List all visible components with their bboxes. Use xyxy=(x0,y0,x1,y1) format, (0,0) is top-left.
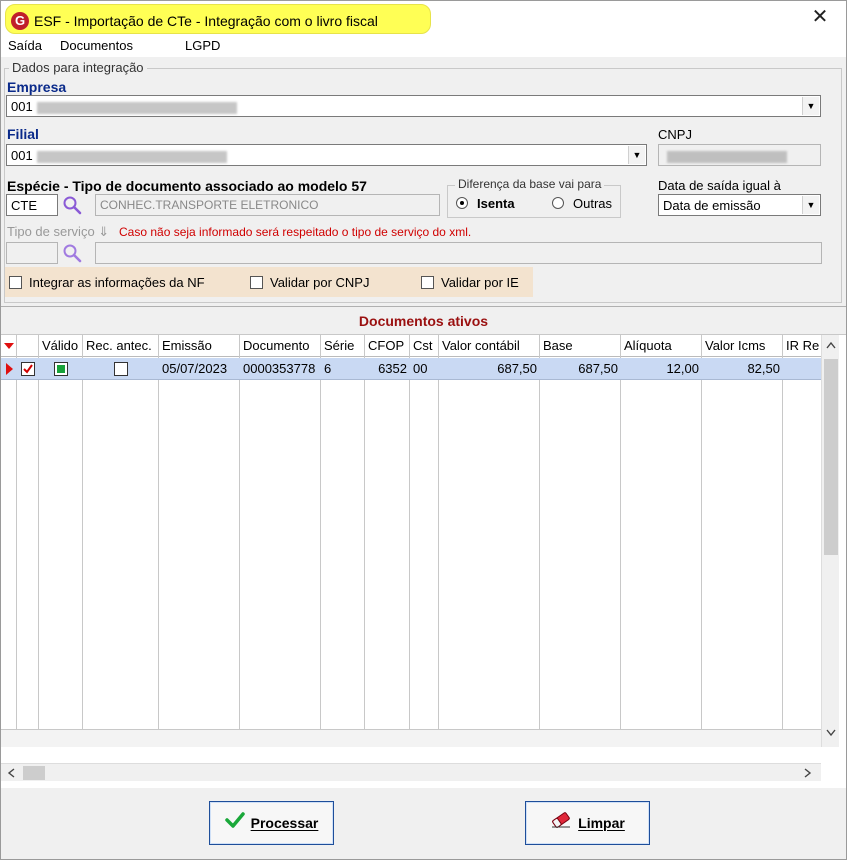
horizontal-scroll-thumb[interactable] xyxy=(23,766,45,780)
header-col-emissao[interactable]: Emissão xyxy=(159,335,240,357)
checkbox-validar-ie-label: Validar por IE xyxy=(441,275,519,290)
data-saida-value: Data de emissão xyxy=(663,198,761,213)
grid-caption: Documentos ativos xyxy=(1,307,846,335)
documents-grid: Documentos ativos Válido Rec. antec. Emi… xyxy=(1,306,846,788)
filial-select[interactable]: 001 ▼ xyxy=(6,144,647,166)
row-rec-antec-checkbox[interactable] xyxy=(83,358,159,380)
radio-isenta[interactable] xyxy=(456,197,468,209)
horizontal-scrollbar[interactable] xyxy=(1,763,821,781)
row-base: 687,50 xyxy=(578,361,618,376)
data-saida-select[interactable]: Data de emissão ▼ xyxy=(658,194,821,216)
header-col-base[interactable]: Base xyxy=(540,335,621,357)
header-indicator xyxy=(1,335,17,357)
row-cst: 00 xyxy=(413,361,428,376)
row-valido-indicator xyxy=(39,358,83,380)
filial-value: 001 xyxy=(11,148,33,163)
empresa-select[interactable]: 001 ▼ xyxy=(6,95,821,117)
table-row[interactable]: 05/07/2023 0000353778 6 6352 00 687,50 6… xyxy=(1,358,821,380)
header-col-ir-re[interactable]: IR Re xyxy=(783,335,821,357)
header-col-valido[interactable]: Válido xyxy=(39,335,83,357)
integration-legend: Dados para integração xyxy=(9,60,147,75)
tipo-servico-code-input xyxy=(6,242,58,264)
checkbox-integrar-nf[interactable] xyxy=(9,276,22,289)
cnpj-redacted xyxy=(667,150,787,163)
header-col-aliquota[interactable]: Alíquota xyxy=(621,335,702,357)
checkbox-validar-cnpj[interactable] xyxy=(250,276,263,289)
arrow-down-icon: ⇓ xyxy=(98,224,110,239)
vertical-scroll-thumb[interactable] xyxy=(824,359,838,555)
cnpj-field xyxy=(658,144,821,166)
grid-header: Válido Rec. antec. Emissão Documento Sér… xyxy=(1,335,821,357)
grid-body: 05/07/2023 0000353778 6 6352 00 687,50 6… xyxy=(1,357,821,747)
chevron-left-icon xyxy=(7,768,15,778)
chevron-down-icon[interactable]: ▼ xyxy=(802,97,819,115)
eraser-icon xyxy=(550,803,572,845)
checkbox-integrar-nf-label: Integrar as informações da NF xyxy=(29,275,205,290)
tipo-servico-description xyxy=(95,242,822,264)
checkbox-validar-cnpj-label: Validar por CNPJ xyxy=(270,275,370,290)
app-logo-icon: G xyxy=(11,12,29,30)
menu-bar: Saída Documentos LGPD xyxy=(1,35,846,57)
especie-label: Espécie - Tipo de documento associado ao… xyxy=(7,178,367,194)
processar-button[interactable]: Processar xyxy=(209,801,334,845)
limpar-button[interactable]: Limpar xyxy=(525,801,650,845)
tipo-servico-label: Tipo de serviço ⇓ xyxy=(7,224,110,239)
grid-footer-row xyxy=(1,729,821,747)
menu-saida[interactable]: Saída xyxy=(8,38,42,53)
cnpj-label: CNPJ xyxy=(658,127,692,142)
chevron-down-icon[interactable]: ▼ xyxy=(628,146,645,164)
row-serie: 6 xyxy=(324,361,332,376)
data-saida-label: Data de saída igual à xyxy=(658,178,781,193)
radio-outras-label: Outras xyxy=(573,196,613,211)
especie-code-input[interactable]: CTE xyxy=(6,194,58,216)
row-documento: 0000353778 xyxy=(243,361,316,376)
filial-redacted xyxy=(36,150,227,163)
header-col-rec-antec[interactable]: Rec. antec. xyxy=(83,335,159,357)
header-col-valor-contabil[interactable]: Valor contábil xyxy=(439,335,540,357)
checkbox-validar-ie[interactable] xyxy=(421,276,434,289)
header-col-valor-icms[interactable]: Valor Icms xyxy=(702,335,783,357)
limpar-label: Limpar xyxy=(578,815,625,831)
close-icon[interactable]: ✕ xyxy=(810,7,830,27)
vertical-scrollbar[interactable] xyxy=(821,335,839,747)
radio-isenta-label: Isenta xyxy=(477,196,515,211)
menu-documentos[interactable]: Documentos xyxy=(60,38,133,53)
especie-description: CONHEC.TRANSPORTE ELETRONICO xyxy=(95,194,440,216)
checkmark-icon xyxy=(224,803,245,845)
row-valor-contabil: 687,50 xyxy=(497,361,537,376)
row-pointer-icon xyxy=(1,358,17,380)
row-cfop: 6352 xyxy=(378,361,407,376)
chevron-down-icon xyxy=(826,729,836,737)
chevron-up-icon xyxy=(826,341,836,349)
processar-label: Processar xyxy=(250,815,319,831)
menu-lgpd[interactable]: LGPD xyxy=(185,38,220,53)
empresa-label: Empresa xyxy=(7,79,67,95)
row-emissao: 05/07/2023 xyxy=(162,361,228,376)
header-col-cst[interactable]: Cst xyxy=(410,335,439,357)
search-icon[interactable] xyxy=(61,242,85,264)
header-col-cfop[interactable]: CFOP xyxy=(365,335,410,357)
title-highlight: G ESF - Importação de CTe - Integração c… xyxy=(5,4,431,34)
chevron-down-icon[interactable]: ▼ xyxy=(802,196,819,214)
search-icon[interactable] xyxy=(61,194,85,216)
title-bar: G ESF - Importação de CTe - Integração c… xyxy=(1,1,846,35)
chevron-right-icon xyxy=(804,768,812,778)
app-window: G ESF - Importação de CTe - Integração c… xyxy=(0,0,847,860)
empresa-value: 001 xyxy=(11,99,33,114)
row-valor-icms: 82,50 xyxy=(747,361,780,376)
diferenca-legend: Diferença da base vai para xyxy=(455,177,605,191)
header-col-serie[interactable]: Série xyxy=(321,335,365,357)
radio-outras[interactable] xyxy=(552,197,564,209)
empresa-redacted xyxy=(36,101,237,114)
row-select-checkbox[interactable] xyxy=(17,358,39,380)
filial-label: Filial xyxy=(7,126,39,142)
row-aliquota: 12,00 xyxy=(666,361,699,376)
header-col-documento[interactable]: Documento xyxy=(240,335,321,357)
window-title: ESF - Importação de CTe - Integração com… xyxy=(34,13,378,29)
header-col-select[interactable] xyxy=(17,335,39,357)
tipo-servico-hint: Caso não seja informado será respeitado … xyxy=(119,225,472,239)
